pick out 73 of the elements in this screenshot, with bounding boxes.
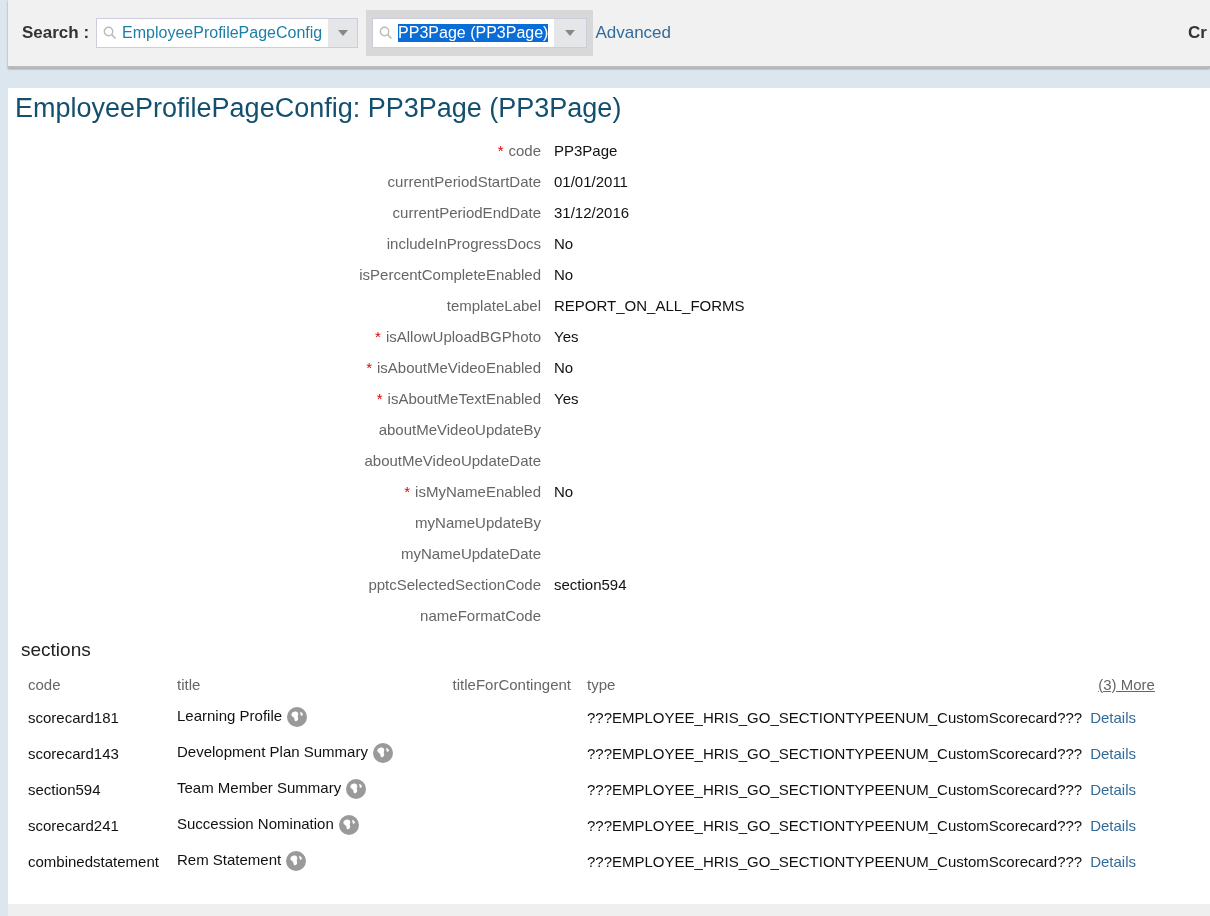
field-value: No (554, 483, 574, 500)
advanced-link[interactable]: Advanced (595, 23, 672, 43)
table-cell: ???EMPLOYEE_HRIS_GO_SECTIONTYPEENUM_CustomScorecard??? (587, 852, 1083, 870)
field-value: Yes (554, 390, 579, 407)
details-link[interactable]: Details (1090, 744, 1137, 762)
field-value: No (554, 266, 574, 283)
field-label: pptcSelectedSectionCode (368, 576, 541, 593)
table-cell: Rem Statement (177, 851, 282, 868)
create-label: Cr (1188, 23, 1207, 43)
field-label: isAboutMeTextEnabled (387, 390, 541, 407)
field-value: section594 (554, 576, 627, 593)
field-label: isAboutMeVideoEnabled (377, 359, 541, 376)
field-label: includeInProgressDocs (386, 235, 541, 252)
field-label: isPercentCompleteEnabled (359, 266, 541, 283)
field-value: No (554, 359, 574, 376)
field-label: isAllowUploadBGPhoto (385, 328, 541, 345)
search-icon (379, 26, 394, 40)
globe-icon[interactable] (287, 707, 308, 727)
page-title: EmployeeProfilePageConfig: PP3Page (PP3Page) (14, 92, 623, 125)
field-label: myNameUpdateDate (400, 545, 541, 562)
field-label: nameFormatCode (420, 607, 541, 624)
table-cell: scorecard181 (28, 708, 119, 726)
field-value: No (554, 235, 574, 252)
table-cell: ???EMPLOYEE_HRIS_GO_SECTIONTYPEENUM_CustomScorecard??? (587, 816, 1083, 834)
caret-icon (337, 30, 348, 36)
field-label: currentPeriodStartDate (387, 173, 541, 190)
field-value: Yes (554, 328, 579, 345)
details-link[interactable]: Details (1090, 780, 1137, 798)
more-link[interactable]: (3) More (1098, 675, 1155, 693)
field-value: 01/01/2011 (554, 173, 628, 190)
required-marker: * (404, 483, 411, 500)
globe-icon[interactable] (346, 779, 367, 799)
globe-icon[interactable] (338, 815, 359, 835)
globe-icon[interactable] (372, 743, 393, 763)
table-cell: section594 (28, 780, 101, 798)
required-marker: * (497, 142, 504, 159)
table-cell: Succession Nomination (177, 815, 334, 832)
field-label: myNameUpdateBy (415, 514, 541, 531)
required-marker: * (366, 359, 372, 376)
caret-icon (565, 30, 576, 36)
details-link[interactable]: Details (1090, 816, 1137, 834)
column-header: titleForContingent (452, 675, 571, 693)
table-cell: ???EMPLOYEE_HRIS_GO_SECTIONTYPEENUM_CustomScorecard??? (587, 708, 1083, 726)
required-marker: * (376, 390, 383, 407)
field-label: code (508, 142, 541, 159)
field-label: templateLabel (446, 297, 541, 314)
object-instance-field[interactable]: PP3Page (PP3Page) (372, 18, 588, 48)
globe-icon[interactable] (286, 851, 307, 871)
table-cell: Development Plan Summary (177, 743, 368, 760)
table-cell: scorecard143 (28, 744, 119, 762)
column-header: code (28, 675, 61, 693)
field-value: 31/12/2016 (554, 204, 630, 221)
table-cell: Learning Profile (177, 707, 283, 724)
field-label: aboutMeVideoUpdateBy (378, 421, 541, 438)
table-cell: combinedstatement (28, 852, 159, 870)
field-value: PP3Page (554, 142, 618, 159)
field-label: isMyNameEnabled (415, 483, 541, 500)
table-cell: scorecard241 (28, 816, 119, 834)
table-cell: Team Member Summary (177, 779, 342, 796)
table-cell: ???EMPLOYEE_HRIS_GO_SECTIONTYPEENUM_CustomScorecard??? (587, 744, 1083, 762)
table-cell: ???EMPLOYEE_HRIS_GO_SECTIONTYPEENUM_CustomScorecard??? (587, 780, 1083, 798)
field-label: currentPeriodEndDate (392, 204, 541, 221)
required-marker: * (375, 328, 381, 345)
details-link[interactable]: Details (1090, 708, 1137, 726)
column-header: title (177, 675, 201, 693)
search-icon (103, 26, 118, 40)
field-label: aboutMeVideoUpdateDate (364, 452, 541, 469)
search-label: Search : (22, 23, 90, 43)
object-type-field[interactable]: EmployeeProfilePageConfig (96, 18, 359, 48)
column-header: type (587, 675, 616, 693)
details-link[interactable]: Details (1090, 852, 1137, 870)
field-value: REPORT_ON_ALL_FORMS (554, 297, 745, 314)
section-heading: sections (21, 639, 92, 661)
